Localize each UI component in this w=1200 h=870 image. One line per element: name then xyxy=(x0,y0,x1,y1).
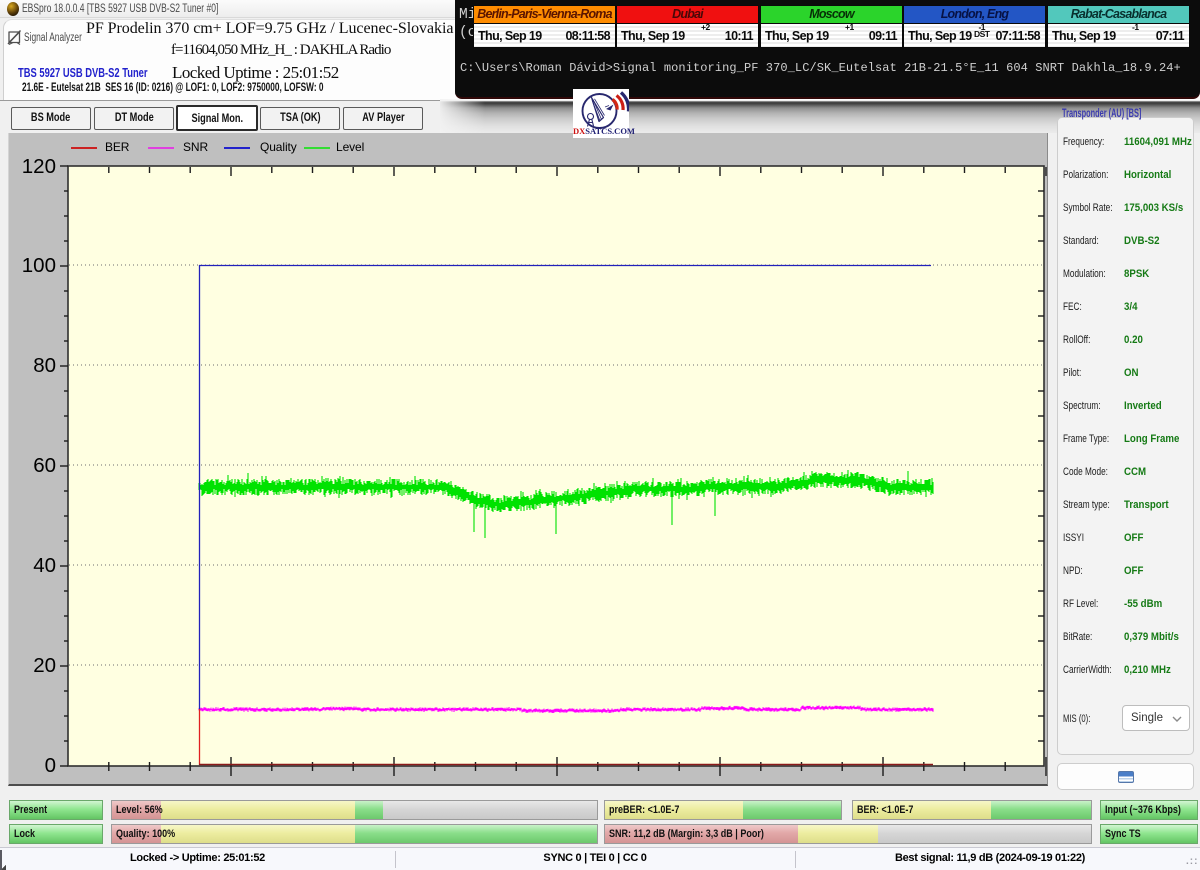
svg-text:120: 120 xyxy=(22,155,56,178)
svg-text:40: 40 xyxy=(33,554,56,577)
svg-text:80: 80 xyxy=(33,354,56,377)
svg-text:60: 60 xyxy=(33,454,56,477)
svg-text:100: 100 xyxy=(22,254,56,277)
svg-text:0: 0 xyxy=(45,754,56,777)
svg-text:20: 20 xyxy=(33,654,56,677)
